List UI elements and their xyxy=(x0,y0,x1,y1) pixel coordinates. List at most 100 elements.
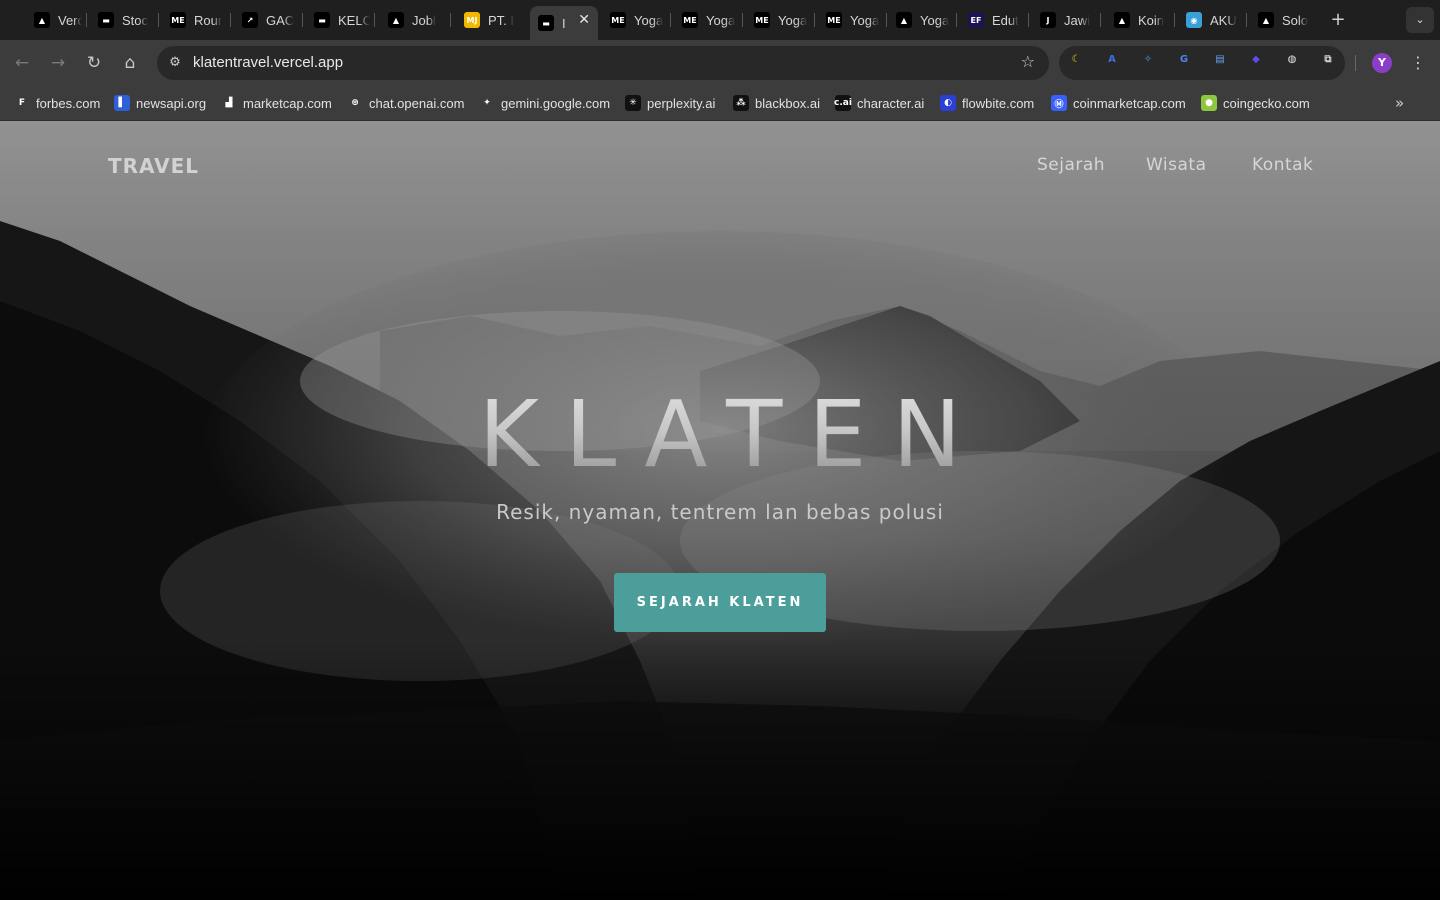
browser-tab[interactable]: ▲ Solo xyxy=(1250,6,1314,34)
blackbox-icon: ⁂ xyxy=(733,95,749,111)
vercel-triangle-icon: ▲ xyxy=(1114,12,1130,28)
tab-title: KELC xyxy=(338,12,370,28)
bookmark-label: blackbox.ai xyxy=(755,95,821,111)
bookmark-item[interactable]: c.ai character.ai xyxy=(834,94,924,112)
back-button[interactable]: ← xyxy=(10,51,34,75)
tab-title: AKU xyxy=(1210,12,1237,28)
compass-extension-icon[interactable]: ✧ xyxy=(1139,54,1157,72)
dark-bars-icon: ▬ xyxy=(538,15,554,31)
brand-logo[interactable]: TRAVEL xyxy=(108,154,199,178)
nav-link-kontak[interactable]: Kontak xyxy=(1252,155,1313,175)
browser-tab[interactable]: ▲ Koin xyxy=(1106,6,1170,34)
translate-a-extension-icon[interactable]: A xyxy=(1103,54,1121,72)
nav-link-sejarah[interactable]: Sejarah xyxy=(1037,155,1105,175)
close-tab-icon[interactable]: ✕ xyxy=(578,12,590,28)
hero-section: TRAVEL Sejarah Wisata Kontak KLATEN Resi… xyxy=(0,121,1440,900)
site-info-icon[interactable]: ⚙ xyxy=(165,53,185,73)
tab-separator xyxy=(1100,13,1101,27)
bookmark-item[interactable]: ✳ perplexity.ai xyxy=(625,94,715,112)
tab-separator xyxy=(670,13,671,27)
bookmark-label: newsapi.org xyxy=(136,95,207,111)
hero-subtitle: Resik, nyaman, tentrem lan bebas polusi xyxy=(496,500,944,524)
me-logo-icon: ME xyxy=(170,12,186,28)
browser-tab[interactable]: MJ PT. I xyxy=(456,6,522,34)
vercel-triangle-icon: ▲ xyxy=(388,12,404,28)
browser-tab[interactable]: ME Yoga xyxy=(602,6,666,34)
browser-tab[interactable]: ▬ KELC xyxy=(306,6,370,34)
browser-menu-icon[interactable]: ⋮ xyxy=(1408,51,1428,75)
vercel-triangle-icon: ▲ xyxy=(34,12,50,28)
me-logo-icon: ME xyxy=(610,12,626,28)
tab-title: Edut xyxy=(992,12,1019,28)
browser-tab[interactable]: ▲ Jobl xyxy=(380,6,446,34)
bookmarks-bar: Fforbes.com ▌ newsapi.org ▟ marketcap.com ⊛ ch… xyxy=(0,86,1440,121)
browser-tab[interactable]: ▲ Verc xyxy=(26,6,82,34)
newsapi-icon: ▌ xyxy=(114,95,130,111)
browser-tab[interactable]: ↗ GAC xyxy=(234,6,298,34)
profile-avatar[interactable]: Y xyxy=(1372,53,1392,73)
tab-title: Jobl xyxy=(412,12,436,28)
address-bar[interactable]: ⚙ klatentravel.vercel.app ☆ xyxy=(157,46,1049,80)
bookmark-item[interactable]: ● coingecko.com xyxy=(1201,94,1310,112)
me-logo-icon: ME xyxy=(682,12,698,28)
bookmark-item[interactable]: Ⓜcoinmarketcap.com xyxy=(1051,94,1186,112)
bookmark-label: gemini.google.com xyxy=(501,95,611,111)
bookmark-star-icon[interactable]: ☆ xyxy=(1021,52,1035,71)
hero-title: KLATEN xyxy=(0,381,1440,488)
tab-title: Jawi xyxy=(1064,12,1091,28)
tab-title: Yoga xyxy=(850,12,880,28)
bookmark-label: chat.openai.com xyxy=(369,95,465,111)
bookmark-item[interactable]: ◐ flowbite.com xyxy=(940,94,1034,112)
tab-separator xyxy=(374,13,375,27)
browser-tab[interactable]: ▲ Yoga xyxy=(888,6,952,34)
forward-button[interactable]: → xyxy=(46,51,70,75)
browser-toolbar: ← → ↻ ⌂ ⚙ klatentravel.vercel.app ☆ ☾ A ✧ G… xyxy=(0,40,1440,86)
bookmark-item[interactable]: ⁂ blackbox.ai xyxy=(733,94,820,112)
google-translate-extension-icon[interactable]: G xyxy=(1175,54,1193,72)
tab-title: Solo xyxy=(1282,12,1309,28)
more-bookmarks-icon[interactable]: » xyxy=(1395,94,1404,112)
browser-tab[interactable]: ME Yoga xyxy=(674,6,738,34)
nav-link-wisata[interactable]: Wisata xyxy=(1146,155,1207,175)
tab-separator xyxy=(956,13,957,27)
ef-logo-icon: EF xyxy=(968,12,984,28)
me-logo-icon: ME xyxy=(754,12,770,28)
browser-tab[interactable]: ME Yoga xyxy=(818,6,882,34)
bookmark-label: coingecko.com xyxy=(1223,95,1310,111)
browser-tab[interactable]: J Jawi xyxy=(1032,6,1096,34)
flowbite-icon: ◐ xyxy=(940,95,956,111)
browser-tab[interactable]: ME Yoga xyxy=(746,6,810,34)
browser-tab[interactable]: ◉ AKU xyxy=(1178,6,1242,34)
tab-separator xyxy=(86,13,87,27)
reload-button[interactable]: ↻ xyxy=(82,51,106,75)
colorful-logo-icon: ◉ xyxy=(1186,12,1202,28)
bookmark-item[interactable]: ✦ gemini.google.com xyxy=(479,94,610,112)
tab-separator xyxy=(1246,13,1247,27)
home-button[interactable]: ⌂ xyxy=(118,51,142,75)
tab-title: Stoc xyxy=(122,12,149,28)
bookmark-item[interactable]: ▌ newsapi.org xyxy=(114,94,206,112)
browser-tab[interactable]: EF Edut xyxy=(960,6,1024,34)
url-text[interactable]: klatentravel.vercel.app xyxy=(193,54,343,71)
new-tab-button[interactable]: + xyxy=(1327,9,1349,31)
tab-search-button[interactable]: ⌄ xyxy=(1406,7,1434,33)
tab-title: Yoga xyxy=(778,12,808,28)
globe-extension-icon[interactable]: ◍ xyxy=(1283,54,1301,72)
puzzle-extensions-icon[interactable]: ⧉ xyxy=(1319,54,1337,72)
sejarah-klaten-button[interactable]: SEJARAH KLATEN xyxy=(614,573,826,632)
tab-title: Yoga xyxy=(634,12,664,28)
moon-extension-icon[interactable]: ☾ xyxy=(1067,54,1085,72)
mj-logo-icon: MJ xyxy=(464,12,480,28)
bookmark-item[interactable]: ⊛ chat.openai.com xyxy=(347,94,464,112)
tab-title: GAC xyxy=(266,12,295,28)
bookmark-extension-icon[interactable]: ◆ xyxy=(1247,54,1265,72)
browser-tab[interactable]: ME Rour xyxy=(162,6,226,34)
tab-title: Verc xyxy=(58,12,82,28)
browser-tab[interactable]: ▬ Stoc xyxy=(90,6,154,34)
bookmark-item[interactable]: ▟ marketcap.com xyxy=(221,94,332,112)
docs-extension-icon[interactable]: ▤ xyxy=(1211,54,1229,72)
coingecko-icon: ● xyxy=(1201,95,1217,111)
bookmark-item[interactable]: Fforbes.com xyxy=(14,94,100,112)
me-logo-icon: ME xyxy=(826,12,842,28)
browser-tab[interactable]: ▬ I ✕ xyxy=(530,6,598,40)
